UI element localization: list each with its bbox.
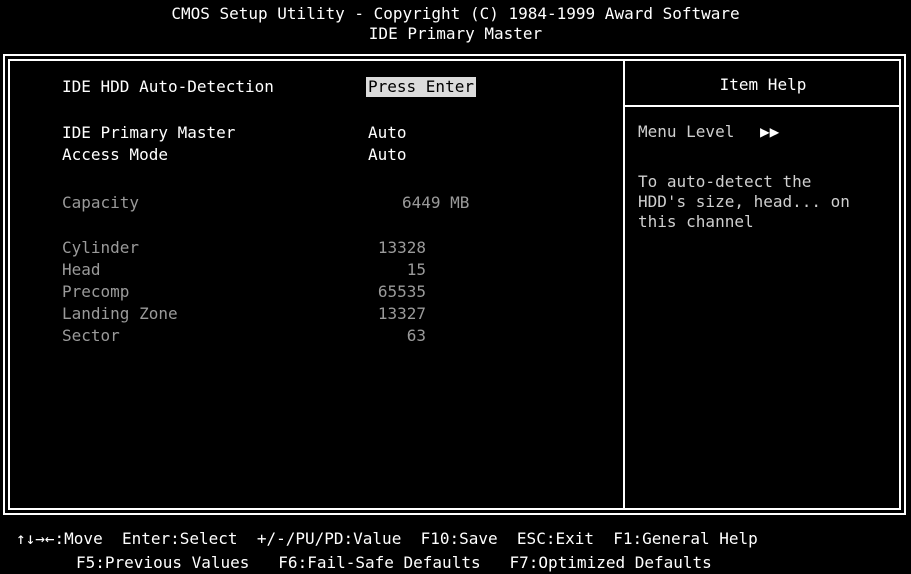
primary-master-label: IDE Primary Master: [62, 123, 236, 142]
head-value: 15: [406, 260, 426, 279]
precomp-label: Precomp: [62, 282, 130, 301]
item-help-title: Item Help: [719, 75, 807, 94]
key-previous-values: F5:Previous Values: [76, 553, 250, 572]
menu-level-label: Menu Level: [638, 122, 735, 141]
key-fail-safe-defaults: F6:Fail-Safe Defaults: [278, 553, 481, 572]
app-title: CMOS Setup Utility - Copyright (C) 1984-…: [171, 4, 740, 23]
key-save: F10:Save: [420, 529, 498, 548]
capacity-label: Capacity: [62, 193, 140, 212]
title-bar: CMOS Setup Utility - Copyright (C) 1984-…: [0, 4, 911, 44]
footer-keys-row2: F5:Previous Values F6:Fail-Safe Defaults…: [76, 553, 911, 573]
auto-detect-button[interactable]: Press Enter: [366, 77, 476, 97]
cylinder-value: 13328: [377, 238, 426, 257]
precomp-value: 65535: [377, 282, 426, 301]
access-mode-value[interactable]: Auto: [368, 145, 407, 165]
capacity-value: 6449 MB: [402, 193, 470, 212]
key-optimized-defaults: F7:Optimized Defaults: [509, 553, 712, 572]
primary-master-value[interactable]: Auto: [368, 123, 407, 143]
footer-keys-row1: ↑↓→←:Move Enter:Select +/-/PU/PD:Value F…: [16, 529, 911, 549]
help-line: this channel: [638, 212, 754, 231]
page-title: IDE Primary Master: [368, 24, 543, 43]
help-line: To auto-detect the: [638, 172, 812, 191]
key-exit: ESC:Exit: [516, 529, 594, 548]
access-mode-label: Access Mode: [62, 145, 168, 164]
panel-divider: [623, 59, 625, 510]
key-value: +/-/PU/PD:Value: [256, 529, 402, 548]
auto-detect-label: IDE HDD Auto-Detection: [62, 77, 274, 96]
key-move: ↑↓→←:Move: [16, 529, 103, 548]
help-divider: [625, 105, 901, 107]
help-text: To auto-detect the HDD's size, head... o…: [638, 172, 898, 232]
sector-label: Sector: [62, 326, 120, 345]
head-label: Head: [62, 260, 101, 279]
help-line: HDD's size, head... on: [638, 192, 850, 211]
cylinder-label: Cylinder: [62, 238, 140, 257]
key-general-help: F1:General Help: [613, 529, 758, 548]
sector-value: 63: [406, 326, 426, 345]
landing-zone-value: 13327: [377, 304, 426, 323]
menu-level-icon: ▶▶: [760, 122, 780, 141]
key-select: Enter:Select: [121, 529, 238, 548]
landing-zone-label: Landing Zone: [62, 304, 178, 323]
